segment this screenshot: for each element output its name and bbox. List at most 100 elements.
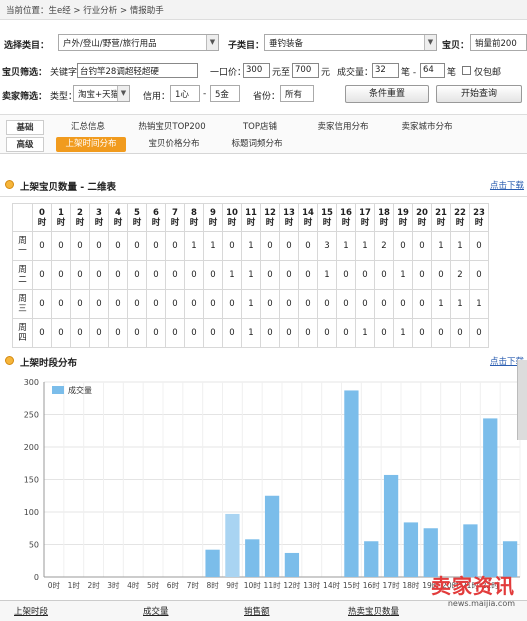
- count-cell: 0: [222, 289, 242, 319]
- x-tick-label: 13时: [303, 580, 321, 590]
- price-min-value: 300: [246, 65, 263, 75]
- col-hot-items[interactable]: 热卖宝贝数量: [348, 605, 399, 617]
- count-cell: 0: [127, 289, 147, 319]
- x-tick-label: 11时: [264, 580, 282, 590]
- tab-seller-credit[interactable]: 卖家信用分布: [308, 120, 378, 135]
- col-sales[interactable]: 销售额: [244, 605, 270, 617]
- seller-type-select[interactable]: 淘宝+天猫 ▼: [73, 85, 130, 102]
- count-cell: 0: [70, 231, 90, 261]
- credit-max-select[interactable]: 5金: [210, 85, 240, 102]
- count-cell: 0: [146, 289, 166, 319]
- count-cell: 0: [32, 231, 52, 261]
- subcategory-value: 垂钓装备: [269, 39, 304, 49]
- tab-top-shops[interactable]: TOP店铺: [232, 120, 288, 135]
- grid-section-title: 上架宝贝数量 - 二维表: [20, 182, 117, 193]
- chevron-down-icon[interactable]: ▼: [424, 35, 436, 50]
- volume-max-value: 64: [423, 65, 434, 75]
- count-cell: 0: [108, 318, 128, 348]
- tab-seller-city[interactable]: 卖家城市分布: [392, 120, 462, 135]
- x-tick-label: 16时: [363, 580, 381, 590]
- count-cell: 0: [222, 231, 242, 261]
- product-filter-row: 宝贝筛选： 关键字 台钓竿28调超轻超硬 一口价： 300 元至 700 元 成…: [0, 60, 527, 84]
- hour-header: 13 时: [279, 203, 299, 232]
- tab-price-dist[interactable]: 宝贝价格分布: [140, 137, 208, 152]
- tab-listing-time[interactable]: 上架时间分布: [56, 137, 126, 152]
- price-min-input[interactable]: 300: [243, 63, 270, 78]
- count-cell: 0: [108, 260, 128, 290]
- hour-header: 6 时: [146, 203, 166, 232]
- count-cell: 0: [127, 318, 147, 348]
- bar: [403, 522, 419, 577]
- count-cell: 1: [469, 289, 489, 319]
- count-cell: 0: [108, 231, 128, 261]
- count-cell: 0: [89, 231, 109, 261]
- credit-max-value: 5金: [215, 90, 229, 100]
- chevron-down-icon[interactable]: ▼: [206, 35, 218, 50]
- count-cell: 0: [260, 231, 280, 261]
- tab-title-words[interactable]: 标题词频分布: [222, 137, 292, 152]
- price-label: 一口价：: [210, 68, 247, 78]
- item-sort-select[interactable]: 销量前200: [470, 34, 527, 51]
- category-label: 选择类目：: [4, 41, 50, 51]
- watermark: 卖家资讯 news.maijia.com: [431, 570, 515, 608]
- x-tick-label: 15时: [343, 580, 361, 590]
- count-cell: 0: [127, 231, 147, 261]
- query-button[interactable]: 开始查询: [436, 85, 522, 103]
- keyword-input[interactable]: 台钓竿28调超轻超硬: [77, 63, 198, 78]
- bar: [284, 552, 300, 577]
- price-max-input[interactable]: 700: [292, 63, 319, 78]
- count-cell: 1: [431, 289, 451, 319]
- volume-max-input[interactable]: 64: [420, 63, 445, 78]
- volume-min-input[interactable]: 32: [372, 63, 399, 78]
- count-cell: 1: [241, 318, 261, 348]
- count-cell: 0: [336, 289, 356, 319]
- x-tick-label: 3时: [107, 580, 120, 590]
- count-cell: 0: [431, 260, 451, 290]
- tab-summary[interactable]: 汇总信息: [62, 120, 114, 135]
- count-cell: 0: [127, 260, 147, 290]
- count-cell: 0: [70, 260, 90, 290]
- grid-download-link[interactable]: 点击下载: [490, 179, 524, 191]
- count-cell: 0: [184, 260, 204, 290]
- seller-filter-label: 卖家筛选：: [2, 92, 48, 102]
- day-header: 周 二: [12, 260, 33, 290]
- count-cell: 0: [279, 231, 299, 261]
- listing-count-table: 0 时1 时2 时3 时4 时5 时6 时7 时8 时9 时 10 时 11 时 12…: [12, 203, 489, 348]
- bar: [205, 549, 220, 577]
- count-cell: 0: [260, 260, 280, 290]
- x-tick-label: 14时: [323, 580, 341, 590]
- province-select[interactable]: 所有: [280, 85, 314, 102]
- count-cell: 0: [412, 289, 432, 319]
- chevron-down-icon[interactable]: ▼: [117, 86, 129, 101]
- x-tick-label: 7时: [187, 580, 200, 590]
- count-cell: 0: [146, 260, 166, 290]
- count-cell: 1: [355, 318, 375, 348]
- hour-header: 15 时: [317, 203, 337, 232]
- category-select[interactable]: 户外/登山/野营/旅行用品 ▼: [58, 34, 219, 51]
- count-cell: 0: [298, 318, 318, 348]
- col-volume[interactable]: 成交量: [143, 605, 169, 617]
- free-shipping-checkbox[interactable]: [462, 66, 471, 75]
- count-cell: 0: [260, 289, 280, 319]
- free-shipping-label: 仅包邮: [474, 68, 502, 78]
- count-cell: 0: [222, 318, 242, 348]
- day-header: 周 四: [12, 318, 33, 348]
- hour-header: 18 时: [374, 203, 394, 232]
- credit-min-select[interactable]: 1心: [170, 85, 200, 102]
- col-listing-period[interactable]: 上架时段: [14, 605, 48, 617]
- count-cell: 0: [146, 318, 166, 348]
- analysis-tabs: 基础 汇总信息 热销宝贝TOP200 TOP店铺 卖家信用分布 卖家城市分布 高…: [0, 114, 527, 154]
- count-cell: 1: [317, 260, 337, 290]
- y-tick-label: 50: [29, 541, 39, 550]
- count-cell: 0: [89, 318, 109, 348]
- hour-header: 4 时: [108, 203, 128, 232]
- hour-header: 2 时: [70, 203, 90, 232]
- scrollbar[interactable]: [517, 360, 527, 440]
- subcategory-select[interactable]: 垂钓装备 ▼: [264, 34, 437, 51]
- count-cell: 0: [279, 260, 299, 290]
- count-cell: 0: [355, 260, 375, 290]
- x-tick-label: 17时: [383, 580, 401, 590]
- tab-top200[interactable]: 热销宝贝TOP200: [132, 120, 212, 135]
- reset-button[interactable]: 条件重置: [345, 85, 429, 103]
- x-tick-label: 12时: [283, 580, 301, 590]
